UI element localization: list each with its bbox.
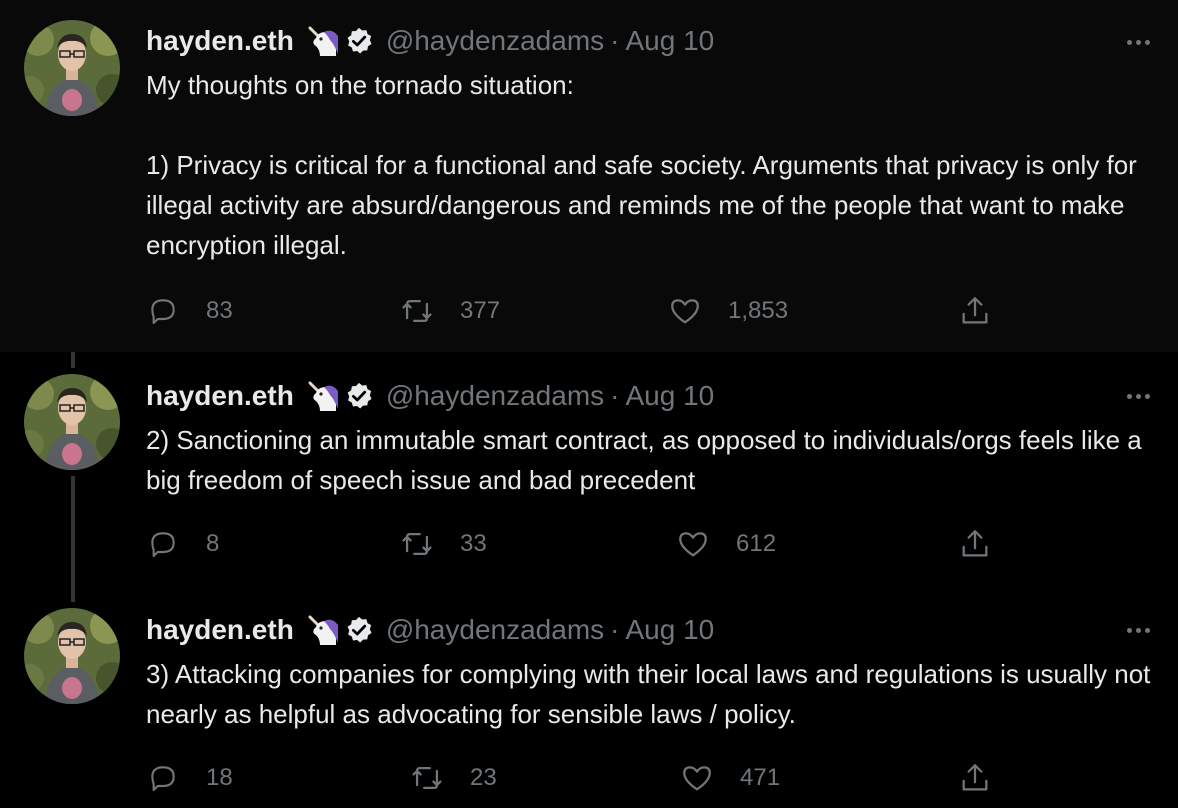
like-button[interactable]: 471: [680, 758, 780, 798]
share-button[interactable]: [958, 758, 992, 798]
reply-icon: [146, 294, 180, 328]
share-icon: [958, 761, 992, 795]
share-button[interactable]: [958, 291, 992, 331]
avatar[interactable]: [24, 20, 120, 116]
reply-icon: [146, 527, 180, 561]
heart-icon: [680, 761, 714, 795]
unicorn-icon: [306, 613, 340, 647]
tweet-header: hayden.eth @haydenzadams · Aug 10: [146, 23, 714, 59]
tweet[interactable]: hayden.eth @haydenzadams · Aug 10: [0, 586, 1178, 808]
retweet-button[interactable]: 33: [400, 524, 487, 564]
like-count: 1,853: [728, 297, 789, 324]
verified-badge-icon: [344, 615, 374, 645]
retweet-count: 23: [470, 764, 497, 791]
share-icon: [958, 527, 992, 561]
author-name[interactable]: hayden.eth: [146, 614, 294, 646]
separator: ·: [610, 380, 620, 411]
retweet-count: 33: [460, 530, 487, 557]
share-button[interactable]: [958, 524, 992, 564]
tweet-text-line: 2) Sanctioning an immutable smart contra…: [146, 425, 1142, 495]
retweet-icon: [400, 294, 434, 328]
author-handle[interactable]: @haydenzadams: [386, 614, 604, 646]
tweet-text: My thoughts on the tornado situation: 1)…: [146, 65, 1156, 265]
reply-button[interactable]: 18: [146, 758, 233, 798]
like-button[interactable]: 1,853: [668, 291, 788, 331]
author-name[interactable]: hayden.eth: [146, 380, 294, 412]
heart-icon: [668, 294, 702, 328]
unicorn-icon: [306, 24, 340, 58]
tweet-text: 2) Sanctioning an immutable smart contra…: [146, 420, 1156, 500]
tweet-actions: 18 23 471: [146, 758, 1016, 798]
reply-button[interactable]: 8: [146, 524, 219, 564]
retweet-icon: [400, 527, 434, 561]
tweet-header: hayden.eth @haydenzadams · Aug 10: [146, 612, 714, 648]
tweet-actions: 83 377 1,853: [146, 291, 1016, 331]
tweet-thread: hayden.eth @haydenzadams · Aug 10 My tho…: [0, 0, 1178, 808]
more-options-icon[interactable]: [1120, 620, 1156, 640]
like-count: 612: [736, 530, 777, 557]
tweet-header: hayden.eth @haydenzadams · Aug 10: [146, 378, 714, 414]
author-handle[interactable]: @haydenzadams: [386, 25, 604, 57]
verified-badge-icon: [344, 26, 374, 56]
separator: ·: [610, 25, 620, 56]
tweet-text-line: 1) Privacy is critical for a functional …: [146, 150, 1137, 260]
reply-count: 18: [206, 764, 233, 791]
tweet-date[interactable]: Aug 10: [625, 380, 714, 412]
tweet[interactable]: hayden.eth @haydenzadams · Aug 10: [0, 352, 1178, 586]
tweet-text-line: 3) Attacking companies for complying wit…: [146, 659, 1151, 729]
unicorn-icon: [306, 379, 340, 413]
avatar[interactable]: [24, 608, 120, 704]
retweet-count: 377: [460, 297, 501, 324]
share-icon: [958, 294, 992, 328]
tweet-date[interactable]: Aug 10: [625, 614, 714, 646]
tweet-actions: 8 33 612: [146, 524, 1016, 564]
author-name[interactable]: hayden.eth: [146, 25, 294, 57]
reply-icon: [146, 761, 180, 795]
tweet[interactable]: hayden.eth @haydenzadams · Aug 10: [0, 0, 1178, 352]
reply-count: 8: [206, 530, 220, 557]
retweet-button[interactable]: 377: [400, 291, 500, 331]
separator: ·: [610, 614, 620, 645]
reply-count: 83: [206, 297, 233, 324]
more-options-icon[interactable]: [1120, 32, 1156, 52]
retweet-button[interactable]: 23: [410, 758, 497, 798]
tweet-text-line: My thoughts on the tornado situation:: [146, 70, 574, 100]
more-options-icon[interactable]: [1120, 386, 1156, 406]
author-handle[interactable]: @haydenzadams: [386, 380, 604, 412]
reply-button[interactable]: 83: [146, 291, 233, 331]
heart-icon: [676, 527, 710, 561]
avatar[interactable]: [24, 374, 120, 470]
retweet-icon: [410, 761, 444, 795]
tweet-text: 3) Attacking companies for complying wit…: [146, 654, 1156, 734]
like-button[interactable]: 612: [676, 524, 776, 564]
like-count: 471: [740, 764, 781, 791]
verified-badge-icon: [344, 381, 374, 411]
tweet-date[interactable]: Aug 10: [625, 25, 714, 57]
